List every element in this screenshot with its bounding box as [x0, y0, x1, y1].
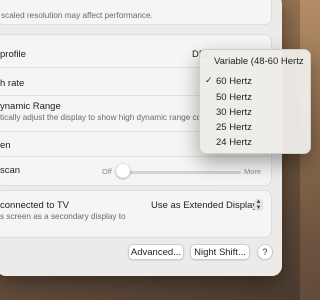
hdr-label: ynamic Range	[0, 101, 61, 112]
menu-item-label: 24 Hertz	[216, 137, 252, 148]
help-button[interactable]: ?	[257, 244, 273, 260]
underscan-slider-track[interactable]	[116, 171, 241, 174]
advanced-button[interactable]: Advanced...	[128, 244, 184, 260]
refresh-rate-label: h rate	[0, 78, 25, 89]
menu-item-60hz[interactable]: ✓ 60 Hertz	[200, 74, 310, 90]
checkmark-icon: ✓	[205, 75, 213, 85]
menu-item-variable[interactable]: Variable (48-60 Hertz	[200, 54, 310, 70]
color-profile-label: profile	[0, 49, 26, 60]
tv-usage-select[interactable]: Use as Extended Display	[151, 200, 257, 211]
menu-item-25hz[interactable]: 25 Hertz	[200, 120, 310, 136]
menu-item-label: 60 Hertz	[216, 76, 252, 87]
tv-description: s screen as a secondary display to	[0, 212, 126, 221]
resolution-panel: scaled resolution may affect performance…	[0, 0, 272, 25]
night-shift-button[interactable]: Night Shift...	[190, 244, 250, 260]
underscan-slider-knob[interactable]	[116, 164, 130, 178]
divider	[0, 156, 270, 157]
underscan-min-label: Off	[102, 167, 112, 176]
menu-item-label: 50 Hertz	[216, 92, 252, 103]
hdr-description: tically adjust the display to show high …	[0, 113, 200, 122]
chevron-up-down-icon[interactable]: ▲ ▼	[254, 199, 263, 211]
menu-item-label: Variable (48-60 Hertz	[214, 56, 304, 67]
menu-item-30hz[interactable]: 30 Hertz	[200, 105, 310, 121]
tv-label: connected to TV	[0, 200, 70, 211]
refresh-rate-menu: Variable (48-60 Hertz ✓ 60 Hertz 50 Hert…	[199, 49, 311, 154]
rotation-label: en	[0, 140, 11, 151]
underscan-label: scan	[0, 165, 21, 176]
underscan-max-label: More	[244, 167, 262, 176]
performance-note: scaled resolution may affect performance…	[1, 11, 153, 20]
menu-item-label: 25 Hertz	[216, 122, 252, 133]
menu-item-50hz[interactable]: 50 Hertz	[200, 90, 310, 106]
menu-item-label: 30 Hertz	[216, 107, 252, 118]
menu-item-24hz[interactable]: 24 Hertz	[200, 135, 310, 151]
